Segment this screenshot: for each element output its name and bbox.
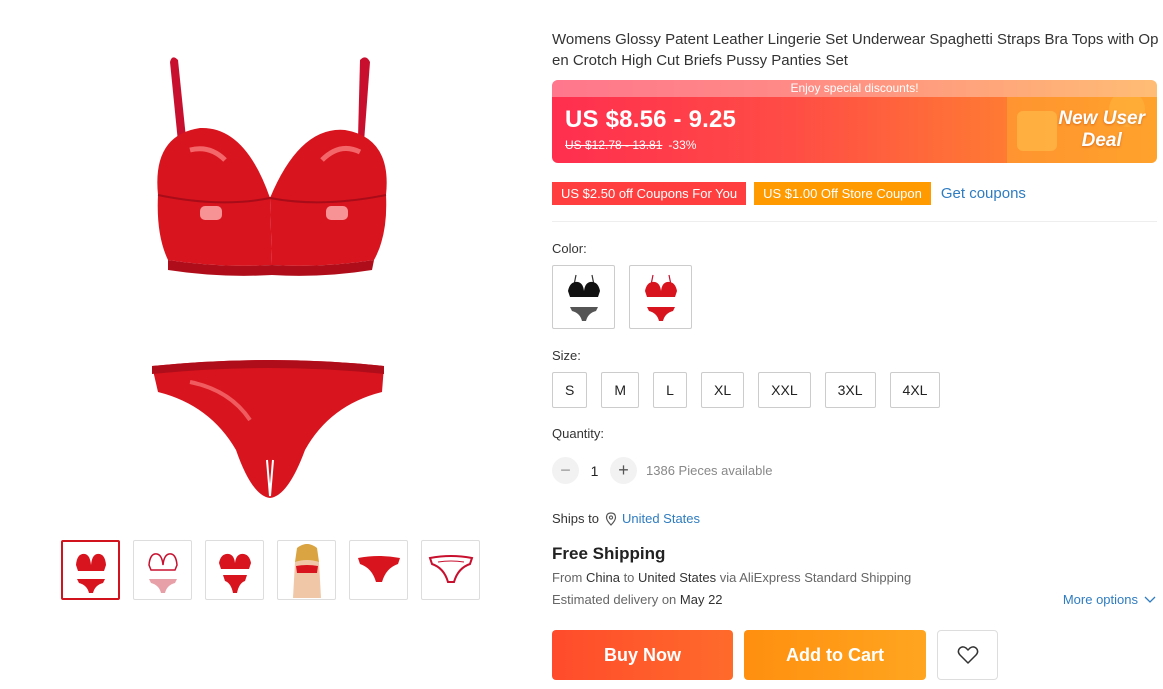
- size-option-xl[interactable]: XL: [701, 372, 745, 408]
- thumbnail-2[interactable]: [133, 540, 192, 600]
- color-options: [552, 265, 692, 329]
- wishlist-button[interactable]: [937, 630, 998, 680]
- free-shipping-title: Free Shipping: [552, 544, 666, 563]
- delivery-estimate: Estimated delivery on May 22: [552, 592, 723, 607]
- red-lingerie-set-image: [152, 57, 387, 498]
- thumbnail-4[interactable]: [277, 540, 336, 600]
- size-option-m[interactable]: M: [601, 372, 640, 408]
- add-to-cart-button[interactable]: Add to Cart: [744, 630, 926, 680]
- briefs-back-thumb-icon: [428, 555, 473, 583]
- eta-prefix: Estimated delivery on: [552, 592, 677, 607]
- original-price-row: US $12.78 - 13.81 -33%: [565, 138, 696, 152]
- color-option-black[interactable]: [552, 265, 615, 329]
- deal-line-2: Deal: [1081, 130, 1122, 151]
- quantity-stepper: − 1 + 1386 Pieces available: [552, 457, 772, 484]
- size-option-xxl[interactable]: XXL: [758, 372, 811, 408]
- red-set-alt-thumb-icon: [218, 553, 251, 593]
- deal-line-1: New User: [1058, 108, 1145, 129]
- quantity-label: Quantity:: [552, 426, 605, 441]
- size-option-s[interactable]: S: [552, 372, 588, 408]
- price-banner: Enjoy special discounts! US $8.56 - 9.25…: [552, 80, 1157, 163]
- from-country: China: [585, 570, 620, 585]
- from-prefix: From: [552, 570, 583, 585]
- available-stock: 1386 Pieces available: [646, 463, 773, 478]
- divider: [552, 221, 1157, 222]
- quantity-decrease-button[interactable]: −: [552, 457, 579, 484]
- ship-country-link[interactable]: United States: [622, 511, 700, 526]
- ships-to-row: Ships to United States: [552, 511, 700, 526]
- quantity-value[interactable]: 1: [579, 463, 610, 479]
- size-options: S M L XL XXL 3XL 4XL: [552, 372, 941, 408]
- new-user-deal: New User Deal: [1058, 108, 1145, 152]
- original-price: US $12.78 - 13.81: [565, 138, 663, 152]
- size-option-l[interactable]: L: [653, 372, 688, 408]
- to-country: United States: [638, 570, 717, 585]
- black-set-swatch-icon: [567, 274, 600, 321]
- product-main-image[interactable]: [60, 20, 480, 520]
- more-options-label: More options: [1062, 592, 1138, 607]
- more-shipping-options[interactable]: More options: [1063, 592, 1156, 607]
- lace-set-thumb-icon: [147, 553, 178, 593]
- size-label: Size:: [552, 348, 581, 363]
- banner-caption: Enjoy special discounts!: [552, 80, 1157, 97]
- thumbnail-5[interactable]: [349, 540, 408, 600]
- size-option-3xl[interactable]: 3XL: [824, 372, 876, 408]
- red-set-swatch-icon: [644, 274, 677, 321]
- get-coupons-link[interactable]: Get coupons: [941, 185, 1026, 202]
- coupon-store[interactable]: US $1.00 Off Store Coupon: [754, 178, 931, 208]
- thumbnail-3[interactable]: [205, 540, 264, 600]
- color-option-red[interactable]: [629, 265, 692, 329]
- ships-to-label: Ships to: [552, 511, 599, 526]
- to-word: to: [623, 570, 635, 585]
- model-thumb-icon: [292, 544, 321, 598]
- eta-date: May 22: [679, 592, 723, 607]
- location-pin-icon: [605, 511, 617, 526]
- shipping-method: via AliExpress Standard Shipping: [719, 570, 912, 585]
- thumbnail-strip: [61, 540, 480, 600]
- buy-now-button[interactable]: Buy Now: [552, 630, 733, 680]
- thumbnail-1[interactable]: [61, 540, 120, 600]
- quantity-increase-button[interactable]: +: [610, 457, 637, 484]
- briefs-front-thumb-icon: [357, 556, 400, 582]
- color-label: Color:: [552, 241, 587, 256]
- red-set-thumb-icon: [75, 553, 106, 593]
- coupon-row: US $2.50 off Coupons For You US $1.00 Of…: [552, 178, 1026, 208]
- heart-icon: [957, 646, 978, 664]
- chevron-down-icon: [1144, 596, 1156, 603]
- thumbnail-6[interactable]: [421, 540, 480, 600]
- size-option-4xl[interactable]: 4XL: [889, 372, 941, 408]
- shipping-route: From China to United States via AliExpre…: [552, 570, 911, 585]
- product-title: Womens Glossy Patent Leather Lingerie Se…: [552, 31, 1159, 69]
- discount-badge: -33%: [668, 138, 697, 152]
- coupon-platform[interactable]: US $2.50 off Coupons For You: [552, 178, 747, 208]
- current-price: US $8.56 - 9.25: [565, 106, 737, 133]
